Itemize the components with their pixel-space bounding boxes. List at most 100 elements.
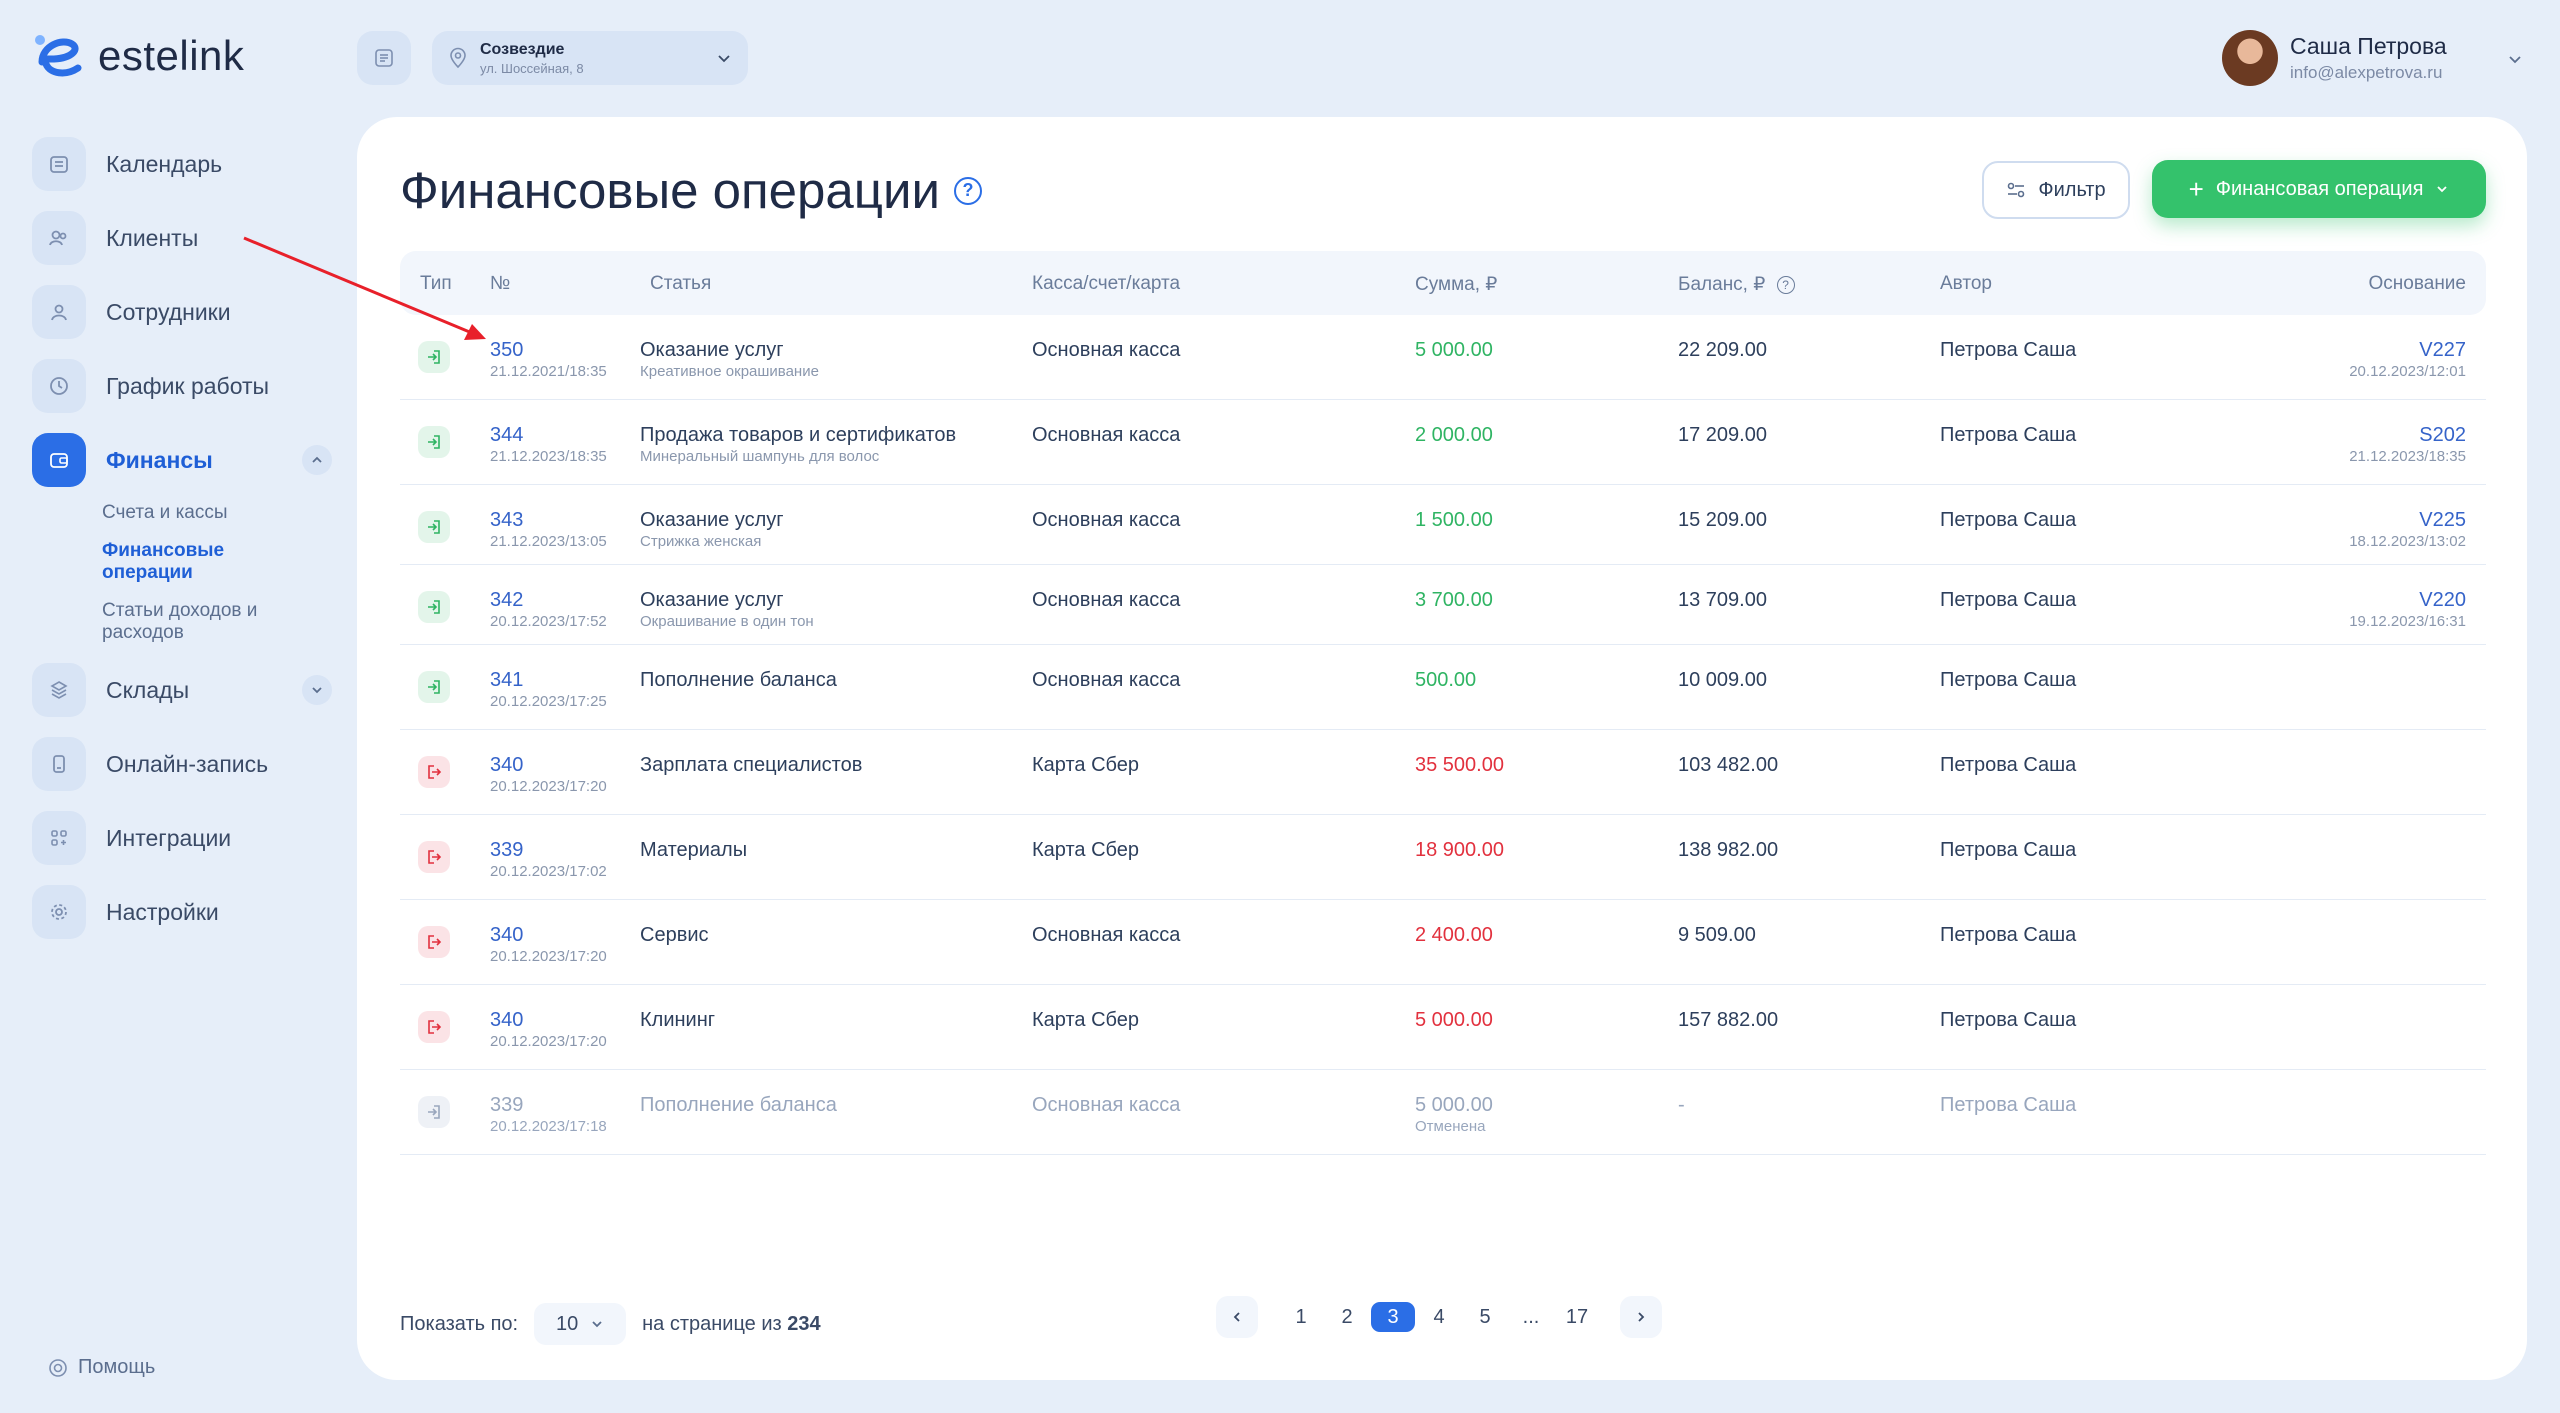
table-row[interactable]: 344 21.12.2023/18:35 Продажа товаров и сер… (400, 400, 2486, 485)
operation-article: Продажа товаров и сертификатов (640, 424, 957, 446)
operation-basis[interactable]: V225 (2419, 509, 2466, 532)
menu-icon (375, 49, 393, 67)
table-row[interactable]: 340 20.12.2023/17:20 Сервис Основная касса 2… (400, 900, 2486, 985)
user-email: info@alexpetrova.ru (2290, 63, 2443, 82)
operation-number[interactable]: 342 (490, 589, 523, 612)
operation-balance: - (1678, 1094, 1685, 1116)
operation-basis[interactable]: V227 (2419, 339, 2466, 362)
operation-amount: 5 000.00 (1415, 339, 1493, 361)
operation-balance: 157 882.00 (1678, 1009, 1779, 1031)
sidebar-item-calendar[interactable]: Календарь (32, 136, 332, 192)
help-link[interactable]: Помощь (48, 1356, 155, 1379)
operation-author: Петрова Саша (1940, 754, 2077, 776)
income-icon (418, 591, 450, 623)
operation-article: Материалы (640, 839, 748, 861)
operation-article: Оказание услуг (640, 339, 784, 361)
sidebar-item-integrations[interactable]: Интеграции (32, 810, 332, 866)
operation-number[interactable]: 344 (490, 424, 523, 447)
help-icon[interactable]: ? (953, 176, 982, 205)
branch-selector[interactable]: Созвездие ул. Шоссейная, 8 (432, 31, 748, 85)
operation-number[interactable]: 343 (490, 509, 523, 532)
operation-article-detail: Креативное окрашивание (640, 363, 819, 380)
operation-amount: 5 000.00 (1415, 1094, 1493, 1116)
subnav-item-articles[interactable]: Статьи доходов и расходов (102, 600, 292, 644)
operation-number[interactable]: 339 (490, 839, 523, 862)
header-article: Статья (650, 273, 712, 294)
operation-number[interactable]: 350 (490, 339, 523, 362)
sidebar-item-staff[interactable]: Сотрудники (32, 284, 332, 340)
operation-basis[interactable]: V220 (2419, 589, 2466, 612)
menu-toggle-button[interactable] (357, 31, 411, 85)
table-row[interactable]: 343 21.12.2023/13:05 Оказание услуг Стрижка… (400, 485, 2486, 565)
page-button[interactable]: 1 (1279, 1302, 1323, 1332)
sidebar-item-clients[interactable]: Клиенты (32, 210, 332, 266)
page-button[interactable]: 5 (1463, 1302, 1507, 1332)
main-card: Финансовые операции ? Фильтр + Финансова… (357, 117, 2527, 1380)
operation-basis-date: 20.12.2023/12:01 (2349, 363, 2466, 380)
help-icon[interactable]: ? (1776, 276, 1795, 294)
operation-article-detail: Стрижка женская (640, 533, 762, 550)
page-button[interactable]: 17 (1555, 1302, 1599, 1332)
sidebar-item-label: Склады (106, 676, 190, 703)
chevron-up-icon[interactable] (302, 445, 332, 475)
operation-number[interactable]: 340 (490, 1009, 523, 1032)
sidebar-item-label: График работы (106, 372, 270, 399)
operation-account: Основная касса (1032, 589, 1181, 611)
page-size-select[interactable]: 10 (534, 1303, 627, 1345)
table-row[interactable]: 340 20.12.2023/17:20 Зарплата специалистов… (400, 730, 2486, 815)
header-balance: Баланс, ₽ ? (1678, 273, 1795, 296)
operation-author: Петрова Саша (1940, 1009, 2077, 1031)
table-body: 350 21.12.2021/18:35 Оказание услуг Креатив… (400, 315, 2486, 1155)
table-row[interactable]: 340 20.12.2023/17:20 Клининг Карта Сбер 5 00… (400, 985, 2486, 1070)
add-operation-button[interactable]: + Финансовая операция (2152, 160, 2486, 218)
user-menu-chevron-icon[interactable] (2500, 44, 2530, 74)
page-total-text: на странице из 234 (642, 1313, 821, 1336)
chevron-left-icon (1233, 1312, 1240, 1322)
page-button[interactable]: 3 (1371, 1302, 1415, 1332)
sidebar-item-settings[interactable]: Настройки (32, 884, 332, 940)
operation-article: Клининг (640, 1009, 716, 1031)
table-row[interactable]: 350 21.12.2021/18:35 Оказание услуг Креатив… (400, 315, 2486, 400)
subnav-item-accounts[interactable]: Счета и кассы (102, 502, 332, 524)
table-row[interactable]: 341 20.12.2023/17:25 Пополнение баланса Осн… (400, 645, 2486, 730)
operation-number[interactable]: 340 (490, 924, 523, 947)
table-header: Тип № Статья Касса/счет/карта Сумма, ₽ Б… (400, 251, 2486, 315)
subnav-item-operations[interactable]: Финансовые операции (102, 540, 252, 584)
next-page-button[interactable] (1620, 1296, 1662, 1338)
filter-button[interactable]: Фильтр (1982, 161, 2130, 219)
operation-number[interactable]: 340 (490, 754, 523, 777)
table-row[interactable]: 342 20.12.2023/17:52 Оказание услуг Окрашив… (400, 565, 2486, 645)
sidebar-item-schedule[interactable]: График работы (32, 358, 332, 414)
brand-logo[interactable]: estelink (32, 32, 244, 80)
table-row[interactable]: 339 20.12.2023/17:02 Материалы Карта Сбер 18… (400, 815, 2486, 900)
chevron-down-icon[interactable] (302, 675, 332, 705)
table-row[interactable]: 339 20.12.2023/17:18 Пополнение баланса Осн… (400, 1070, 2486, 1155)
operation-amount: 3 700.00 (1415, 589, 1493, 611)
sidebar-item-label: Настройки (106, 898, 219, 925)
location-pin-icon (450, 47, 466, 69)
operation-balance: 9 509.00 (1678, 924, 1756, 946)
show-label: Показать по: (400, 1312, 519, 1335)
operation-basis[interactable]: S202 (2419, 424, 2466, 447)
sidebar-item-finance[interactable]: Финансы (32, 432, 332, 488)
income-icon (418, 426, 450, 458)
clients-icon (32, 211, 86, 265)
lifebuoy-icon (49, 1358, 67, 1377)
sidebar-item-warehouse[interactable]: Склады (32, 662, 332, 718)
sidebar-item-label: Календарь (106, 150, 223, 177)
phone-icon (32, 737, 86, 791)
operation-number[interactable]: 341 (490, 669, 523, 692)
avatar (2222, 30, 2278, 86)
page-button[interactable]: 2 (1325, 1302, 1369, 1332)
operation-date: 20.12.2023/17:52 (490, 613, 607, 630)
operation-balance: 17 209.00 (1678, 424, 1767, 446)
prev-page-button[interactable] (1216, 1296, 1258, 1338)
page-button[interactable]: 4 (1417, 1302, 1461, 1332)
page-list: 1 2 3 4 5... 17 (1278, 1302, 1600, 1332)
user-menu[interactable]: Саша Петрова info@alexpetrova.ru (2222, 30, 2447, 86)
operation-date: 21.12.2021/18:35 (490, 363, 607, 380)
operation-article: Зарплата специалистов (640, 754, 863, 776)
operation-author: Петрова Саша (1940, 424, 2077, 446)
operation-number[interactable]: 339 (490, 1094, 523, 1117)
sidebar-item-online-booking[interactable]: Онлайн-запись (32, 736, 332, 792)
